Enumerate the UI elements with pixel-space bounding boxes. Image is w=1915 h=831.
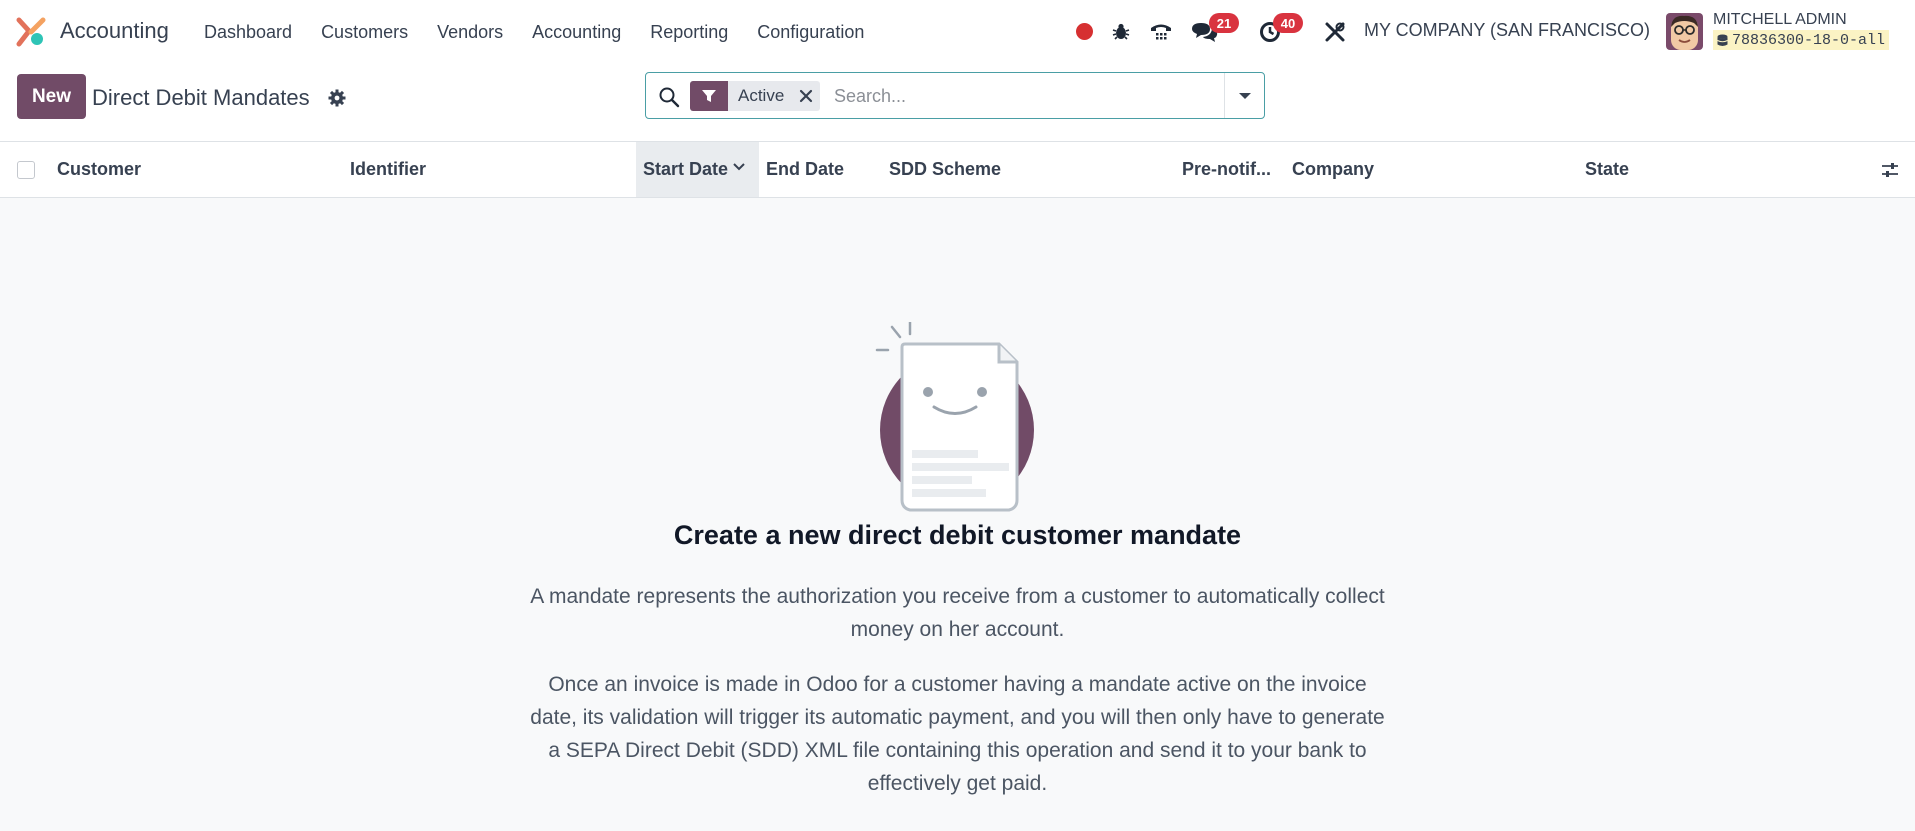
top-navbar: Accounting Dashboard Customers Vendors A…	[0, 0, 1915, 64]
app-name[interactable]: Accounting	[60, 18, 169, 44]
facet-value: Active	[728, 81, 793, 111]
search-facet-active: Active	[690, 81, 821, 111]
control-panel: New Direct Debit Mandates Active	[0, 64, 1915, 142]
gear-icon[interactable]	[327, 88, 347, 108]
caret-down-icon	[1239, 92, 1251, 99]
odoo-accounting-logo-icon[interactable]	[16, 17, 46, 47]
column-header-start-date-label: Start Date	[643, 159, 729, 179]
user-avatar[interactable]	[1666, 13, 1703, 50]
empty-state-title: Create a new direct debit customer manda…	[673, 520, 1242, 550]
empty-state-paragraph-1: A mandate represents the authorization y…	[0, 580, 1915, 646]
column-header-company[interactable]: Company	[1292, 142, 1374, 197]
messages-badge: 21	[1209, 13, 1239, 33]
menu-configuration[interactable]: Configuration	[757, 22, 864, 43]
search-options-toggle[interactable]	[1224, 73, 1265, 118]
search-bar: Active	[645, 72, 1265, 119]
search-icon[interactable]	[658, 86, 680, 108]
database-name: 78836300-18-0-all	[1713, 30, 1890, 50]
column-header-identifier[interactable]: Identifier	[350, 142, 426, 197]
voip-phone-icon[interactable]	[1148, 19, 1174, 45]
database-icon	[1717, 34, 1728, 46]
empty-state-paragraph-1-text: A mandate represents the authorization y…	[530, 585, 1385, 641]
column-header-pre-notification[interactable]: Pre-notif...	[1182, 142, 1271, 197]
menu-accounting[interactable]: Accounting	[532, 22, 621, 43]
new-button[interactable]: New	[17, 74, 86, 119]
page-title: Direct Debit Mandates	[92, 85, 310, 110]
debug-bug-icon[interactable]	[1108, 19, 1134, 45]
recording-indicator-icon[interactable]	[1076, 23, 1093, 40]
empty-document-smiley-illustration	[875, 322, 1034, 512]
empty-state-paragraph-2: Once an invoice is made in Odoo for a cu…	[0, 668, 1915, 800]
optional-columns-sliders-icon[interactable]	[1880, 160, 1900, 180]
menu-dashboard[interactable]: Dashboard	[204, 22, 292, 43]
filter-icon	[690, 81, 728, 111]
column-header-start-date[interactable]: Start Date	[636, 142, 759, 197]
activities-badge: 40	[1273, 13, 1303, 33]
list-header: Customer Identifier Start Date End Date …	[0, 142, 1915, 198]
sort-descending-chevron-icon	[733, 162, 745, 170]
user-name[interactable]: MITCHELL ADMIN	[1713, 11, 1847, 29]
menu-vendors[interactable]: Vendors	[437, 22, 503, 43]
column-header-end-date[interactable]: End Date	[766, 142, 844, 197]
main-menu: Dashboard Customers Vendors Accounting R…	[204, 0, 893, 64]
column-header-customer[interactable]: Customer	[57, 142, 141, 197]
facet-remove-close-icon[interactable]	[792, 81, 821, 111]
column-header-state[interactable]: State	[1585, 142, 1629, 197]
search-input[interactable]	[834, 83, 1214, 109]
menu-customers[interactable]: Customers	[321, 22, 408, 43]
empty-state-paragraph-2-text: Once an invoice is made in Odoo for a cu…	[530, 673, 1385, 795]
menu-reporting[interactable]: Reporting	[650, 22, 728, 43]
company-switcher[interactable]: MY COMPANY (SAN FRANCISCO)	[1364, 20, 1650, 41]
settings-tools-icon[interactable]	[1322, 19, 1348, 45]
column-header-sdd-scheme[interactable]: SDD Scheme	[889, 142, 1001, 197]
database-label: 78836300-18-0-all	[1732, 31, 1886, 49]
select-all-checkbox[interactable]	[17, 161, 35, 179]
